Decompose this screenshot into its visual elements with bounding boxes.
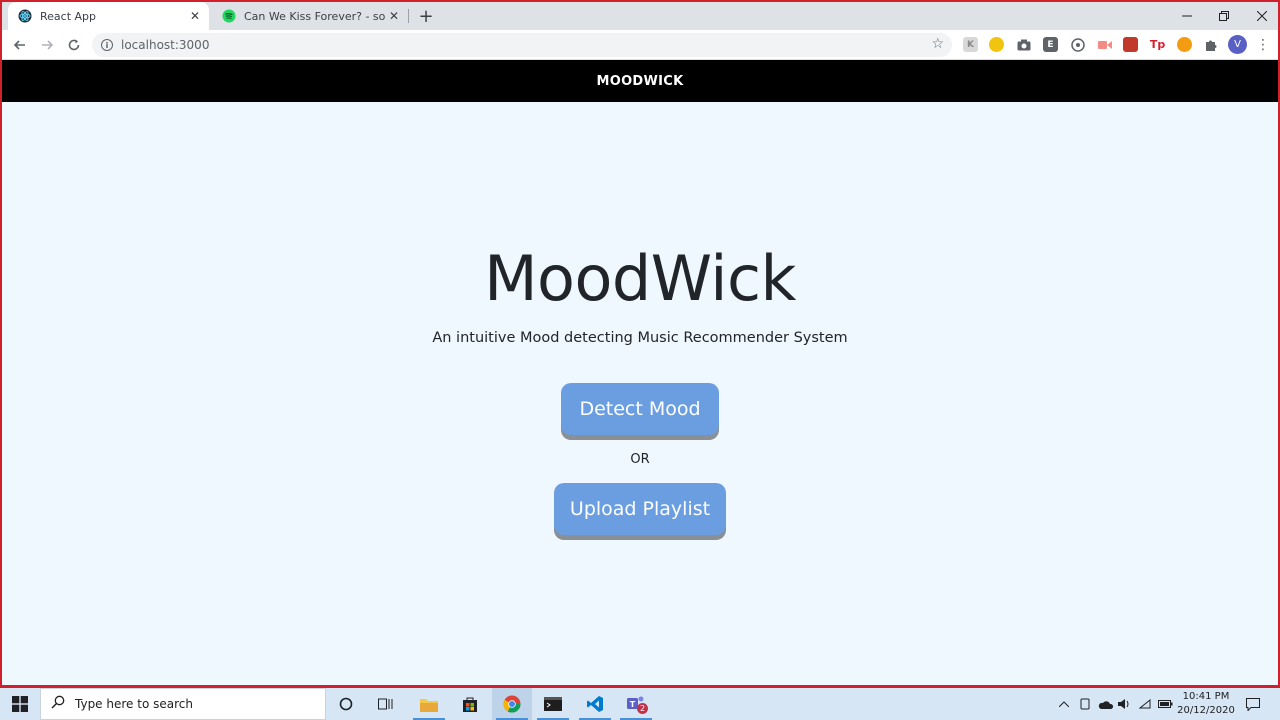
menu-dots-icon[interactable]: ⋮ [1256, 35, 1270, 55]
device-icon[interactable] [1077, 688, 1093, 720]
bookmark-star-icon[interactable]: ☆ [931, 36, 944, 52]
or-separator: OR [630, 452, 650, 467]
vscode-icon[interactable] [575, 688, 615, 720]
close-icon[interactable]: ✕ [187, 8, 203, 24]
app-navbar: MOODWICK [2, 60, 1278, 102]
react-icon [18, 9, 32, 23]
info-icon[interactable]: i [101, 39, 113, 51]
file-explorer-icon[interactable] [409, 688, 449, 720]
teams-icon[interactable]: T 2 [616, 688, 656, 720]
wifi-icon[interactable] [1137, 688, 1153, 720]
hero-title: MoodWick [484, 242, 796, 315]
address-url: localhost:3000 [121, 38, 210, 52]
tab-react-app[interactable]: React App ✕ [8, 2, 209, 30]
onedrive-icon[interactable] [1096, 688, 1114, 720]
extension-fox-icon[interactable] [1177, 37, 1192, 52]
chevron-up-icon[interactable] [1056, 688, 1072, 720]
address-bar[interactable]: i localhost:3000 ☆ [92, 33, 952, 57]
new-tab-button[interactable]: + [416, 6, 436, 27]
extension-tp-icon[interactable]: Tp [1150, 37, 1165, 52]
tab-strip: React App ✕ Can We Kiss Forever? - song … [2, 2, 1278, 30]
extension-e-icon[interactable]: E [1043, 37, 1058, 52]
windows-taskbar: Type here to search T 2 10:41 PM 20/12/2… [0, 688, 1280, 720]
chrome-icon[interactable] [492, 688, 532, 720]
task-view-icon[interactable] [366, 688, 406, 720]
search-placeholder: Type here to search [75, 697, 193, 711]
clock-date: 20/12/2020 [1177, 705, 1235, 716]
back-arrow-icon[interactable] [10, 35, 30, 55]
volume-icon[interactable] [1116, 688, 1132, 720]
extension-circle-icon[interactable] [1070, 37, 1085, 52]
extension-video-icon[interactable] [1097, 37, 1112, 52]
upload-playlist-button[interactable]: Upload Playlist [554, 483, 726, 535]
minimize-icon[interactable] [1168, 2, 1206, 30]
camera-icon[interactable] [1016, 37, 1031, 52]
browser-toolbar: i localhost:3000 ☆ K E Tp V ⋮ [2, 30, 1278, 60]
search-icon [51, 695, 65, 713]
tab-spotify-song[interactable]: Can We Kiss Forever? - song by K ✕ [212, 2, 408, 30]
cortana-icon[interactable] [326, 688, 366, 720]
spotify-icon [222, 9, 236, 23]
detect-mood-button[interactable]: Detect Mood [561, 383, 719, 435]
extension-emoji-icon[interactable] [989, 37, 1004, 52]
profile-avatar[interactable]: V [1228, 35, 1247, 54]
reload-icon[interactable] [64, 35, 84, 55]
restore-icon[interactable] [1205, 2, 1243, 30]
close-window-icon[interactable] [1243, 2, 1278, 30]
puzzle-icon[interactable] [1203, 37, 1218, 52]
svg-text:T: T [630, 700, 636, 709]
teams-notification-badge: 2 [637, 703, 648, 714]
tab-title: React App [40, 9, 97, 23]
hero-subtitle: An intuitive Mood detecting Music Recomm… [432, 330, 848, 346]
taskbar-search-box[interactable]: Type here to search [40, 688, 326, 720]
browser-window: React App ✕ Can We Kiss Forever? - song … [0, 0, 1280, 688]
windows-start-icon[interactable] [0, 688, 40, 720]
terminal-icon[interactable] [533, 688, 573, 720]
tab-title: Can We Kiss Forever? - song by K [244, 9, 386, 23]
extension-red-icon[interactable] [1123, 37, 1138, 52]
notification-icon[interactable] [1244, 688, 1262, 720]
navbar-title[interactable]: MOODWICK [596, 74, 683, 89]
page-content: MOODWICK MoodWick An intuitive Mood dete… [2, 60, 1278, 685]
microsoft-store-icon[interactable] [450, 688, 490, 720]
taskbar-clock[interactable]: 10:41 PM 20/12/2020 [1172, 690, 1240, 718]
close-icon[interactable]: ✕ [386, 8, 402, 24]
clock-time: 10:41 PM [1182, 691, 1230, 702]
tab-separator [408, 9, 409, 23]
forward-arrow-icon[interactable] [37, 35, 57, 55]
extension-k-icon[interactable]: K [963, 37, 978, 52]
